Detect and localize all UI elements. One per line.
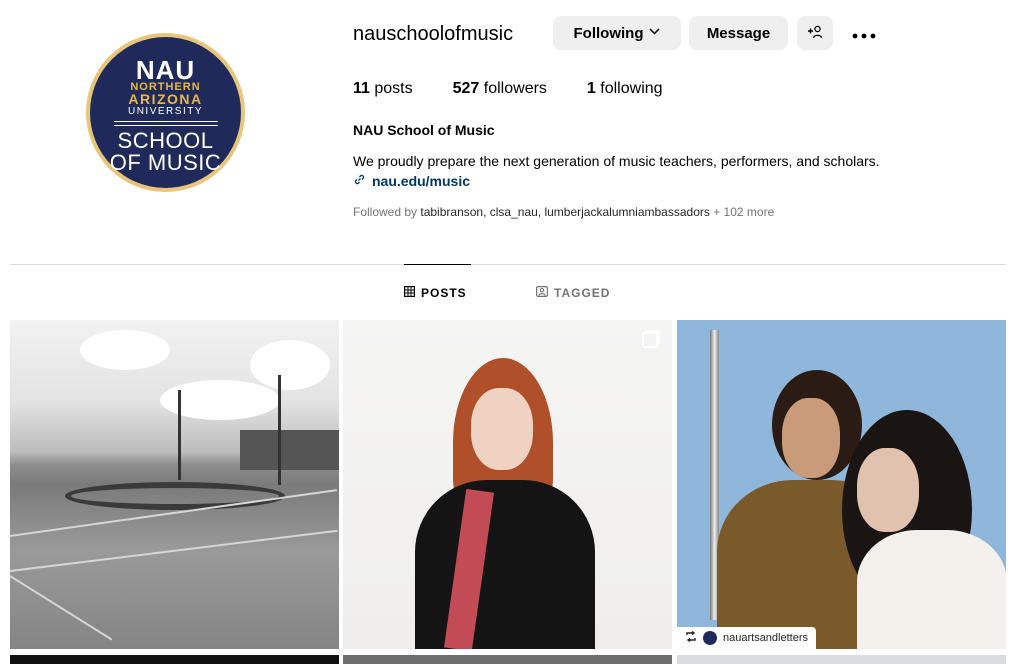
profile-bio: We proudly prepare the next generation o… — [353, 153, 880, 169]
add-user-icon — [807, 25, 823, 42]
profile-full-name: NAU School of Music — [353, 122, 495, 138]
posts-count: 11 posts — [353, 80, 413, 97]
profile-website-link[interactable]: nau.edu/music — [353, 173, 470, 189]
logo-divider — [113, 124, 218, 126]
following-button[interactable]: Following — [553, 16, 681, 50]
carousel-icon — [642, 332, 658, 348]
link-text: nau.edu/music — [372, 173, 471, 189]
more-options-button[interactable] — [844, 16, 884, 50]
profile-avatar[interactable]: NAU NORTHERN ARIZONA UNIVERSITY SCHOOL O… — [86, 33, 245, 192]
logo-of-music-text: OF MUSIC — [109, 149, 222, 175]
photo-cloud — [250, 340, 330, 390]
tab-posts[interactable]: POSTS — [404, 264, 471, 300]
post-thumbnail[interactable] — [677, 655, 1006, 664]
photo-light-pole — [178, 390, 181, 480]
logo-nau-text: NAU — [135, 54, 196, 85]
post-thumbnail[interactable] — [10, 320, 339, 649]
following-count[interactable]: 1 following — [587, 80, 663, 98]
nau-logo: NAU NORTHERN ARIZONA UNIVERSITY SCHOOL O… — [90, 37, 241, 188]
more-options-icon — [852, 22, 876, 45]
post-thumbnail[interactable] — [343, 320, 672, 649]
followed-by-text[interactable]: Followed by tabibranson, clsa_nau, lumbe… — [353, 205, 774, 219]
repost-icon — [685, 630, 697, 645]
followed-by-users[interactable]: tabibranson, clsa_nau, lumberjackalumnia… — [420, 205, 710, 219]
tagged-icon — [536, 286, 549, 300]
profile-stats: 11 posts 527 followers 1 following — [353, 80, 703, 98]
repost-badge: nauartsandletters — [677, 627, 816, 649]
photo-band-formation — [65, 482, 285, 510]
logo-arizona-text: ARIZONA — [128, 90, 203, 107]
photo-body — [415, 480, 595, 649]
photo-face — [857, 448, 919, 532]
followers-count[interactable]: 527 followers — [453, 80, 547, 98]
logo-university-text: UNIVERSITY — [127, 105, 203, 117]
message-button[interactable]: Message — [689, 16, 788, 50]
photo-face — [471, 388, 533, 470]
logo-school-text: SCHOOL — [117, 127, 214, 153]
photo-field-line — [10, 529, 338, 572]
avatar — [703, 631, 717, 645]
link-icon — [353, 173, 366, 189]
profile-username: nauschoolofmusic — [353, 23, 514, 45]
photo-cloud — [80, 330, 170, 370]
photo-light-pole — [278, 375, 281, 485]
chevron-down-icon — [649, 26, 661, 38]
section-divider — [10, 264, 1006, 265]
logo-divider — [113, 120, 218, 122]
tab-tagged[interactable]: TAGGED — [536, 286, 610, 300]
repost-account: nauartsandletters — [723, 632, 808, 644]
post-thumbnail[interactable]: nauartsandletters — [677, 320, 1006, 649]
photo-shirt — [857, 530, 1006, 649]
photo-stands — [240, 430, 339, 470]
photo-field-line — [10, 575, 113, 641]
add-user-button[interactable] — [797, 16, 833, 50]
following-label: Following — [573, 24, 644, 42]
post-thumbnail[interactable] — [10, 655, 339, 664]
photo-face — [782, 398, 840, 478]
grid-icon — [404, 286, 416, 300]
post-thumbnail[interactable] — [343, 655, 672, 664]
